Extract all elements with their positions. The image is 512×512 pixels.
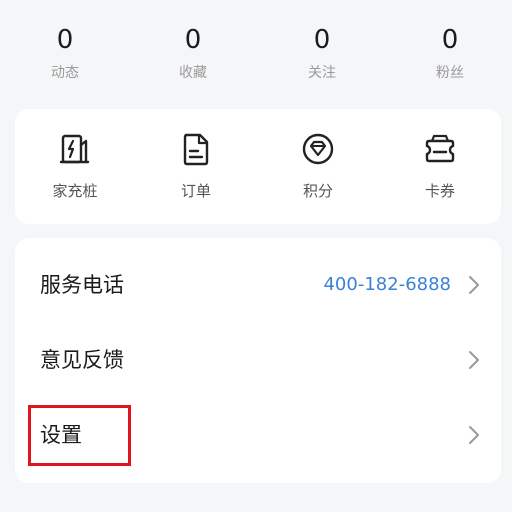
stat-followers[interactable]: 0 粉丝 (400, 22, 500, 82)
stat-posts[interactable]: 0 动态 (15, 22, 115, 82)
stat-followers-label: 粉丝 (436, 65, 464, 81)
coupon-ticket-icon (425, 134, 455, 163)
menu-item-service-phone[interactable]: 服务电话 400-182-6888 (15, 255, 501, 315)
chevron-right-icon (469, 351, 479, 369)
stat-favorites-count: 0 (184, 25, 202, 55)
charger-icon (59, 134, 90, 164)
stat-favorites-label: 收藏 (179, 65, 207, 81)
quick-action-label: 积分 (302, 182, 333, 200)
quick-action-label: 卡券 (424, 182, 455, 200)
stat-following-count: 0 (313, 25, 331, 55)
quick-action-coupons[interactable]: 卡券 (395, 131, 485, 201)
quick-action-label: 家充桩 (52, 182, 98, 200)
service-phone-number[interactable]: 400-182-6888 (323, 273, 451, 297)
menu-item-label: 意见反馈 (40, 348, 124, 372)
quick-action-orders[interactable]: 订单 (151, 131, 241, 201)
quick-actions-card: 家充桩 订单 积分 卡券 (15, 109, 501, 224)
stat-posts-count: 0 (56, 25, 74, 55)
order-document-icon (183, 133, 209, 166)
quick-action-points[interactable]: 积分 (273, 131, 363, 201)
stat-followers-count: 0 (441, 25, 459, 55)
points-diamond-icon (302, 133, 334, 165)
stat-favorites[interactable]: 0 收藏 (143, 22, 243, 82)
quick-action-label: 订单 (180, 182, 211, 200)
chevron-right-icon (469, 276, 479, 294)
profile-page: 0 动态 0 收藏 0 关注 0 粉丝 家充桩 订单 积分 卡券 服务电话 40… (0, 0, 512, 512)
stats-row: 0 动态 0 收藏 0 关注 0 粉丝 (0, 22, 512, 92)
stat-following-label: 关注 (308, 65, 336, 81)
chevron-right-icon (469, 426, 479, 444)
stat-following[interactable]: 0 关注 (272, 22, 372, 82)
quick-action-home-charger[interactable]: 家充桩 (30, 131, 120, 201)
menu-item-feedback[interactable]: 意见反馈 (15, 330, 501, 390)
menu-item-label: 服务电话 (40, 273, 124, 297)
highlight-box (28, 405, 131, 466)
stat-posts-label: 动态 (51, 65, 79, 81)
